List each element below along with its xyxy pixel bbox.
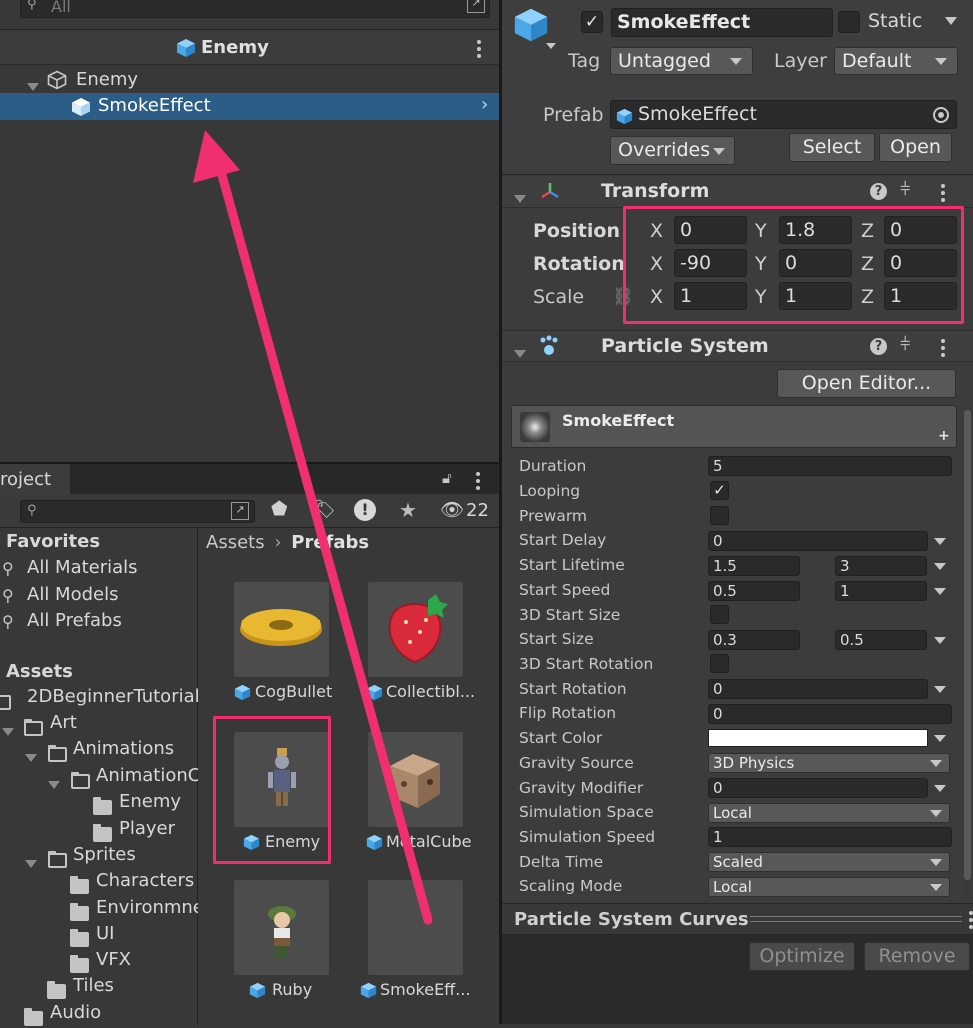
annotation-arrow — [193, 130, 433, 925]
